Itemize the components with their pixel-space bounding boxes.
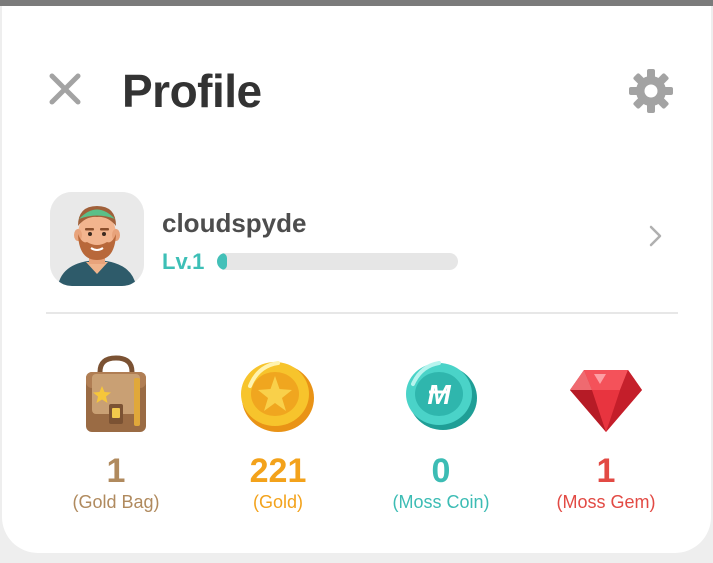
moss-gem-icon bbox=[566, 354, 646, 438]
stat-label: (Moss Coin) bbox=[392, 492, 490, 512]
stat-value: 0 bbox=[431, 452, 451, 490]
profile-panel: Profile cloudspyde Lv.1 1 (Gold Bag) 221… bbox=[2, 6, 711, 553]
stat-label: (Gold) bbox=[252, 492, 303, 512]
stat-label: (Moss Gem) bbox=[556, 492, 656, 512]
close-icon bbox=[49, 73, 81, 105]
stat-value: 1 bbox=[106, 452, 126, 490]
username: cloudspyde bbox=[162, 208, 307, 238]
moss-coin-icon: M bbox=[401, 354, 481, 438]
svg-text:M: M bbox=[427, 379, 451, 410]
settings-button[interactable] bbox=[626, 66, 676, 116]
page-title: Profile bbox=[122, 65, 262, 117]
close-button[interactable] bbox=[46, 70, 86, 110]
xp-progress-bar bbox=[217, 253, 458, 270]
stat-moss-coin[interactable]: M 0 (Moss Coin) bbox=[356, 346, 526, 526]
stat-moss-gem[interactable]: 1 (Moss Gem) bbox=[521, 346, 691, 526]
stat-gold-bag[interactable]: 1 (Gold Bag) bbox=[31, 346, 201, 526]
level-label: Lv.1 bbox=[162, 249, 205, 274]
xp-progress-fill bbox=[217, 253, 227, 270]
gold-bag-icon bbox=[76, 354, 156, 438]
stat-value: 221 bbox=[249, 452, 307, 490]
gold-coin-icon bbox=[238, 354, 318, 438]
divider bbox=[46, 312, 678, 314]
stat-label: (Gold Bag) bbox=[72, 492, 160, 512]
avatar-image bbox=[50, 192, 144, 286]
avatar bbox=[50, 192, 144, 286]
chevron-right-icon bbox=[646, 222, 666, 250]
gear-icon bbox=[629, 69, 673, 113]
stat-value: 1 bbox=[596, 452, 616, 490]
stat-gold[interactable]: 221 (Gold) bbox=[193, 346, 363, 526]
user-profile-row[interactable]: cloudspyde Lv.1 bbox=[46, 192, 680, 292]
